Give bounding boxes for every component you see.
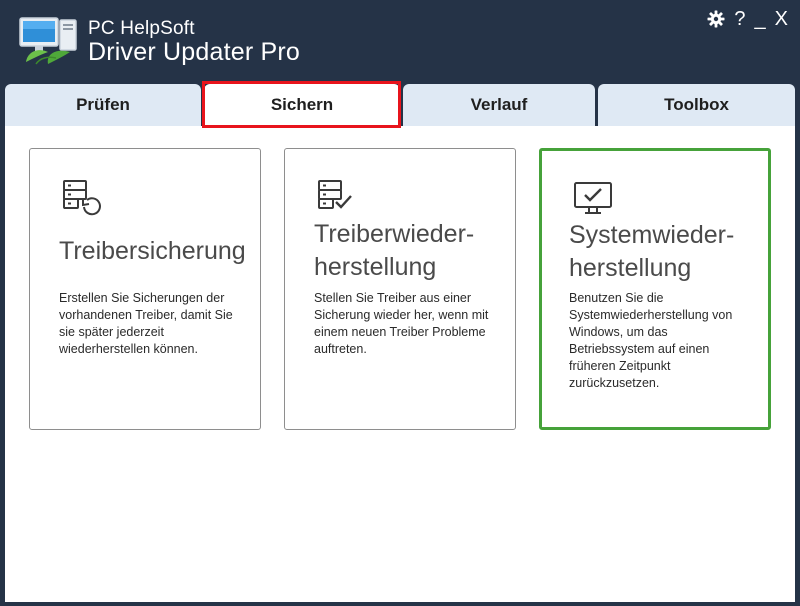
card-title-line: Treiberwieder- bbox=[314, 220, 475, 248]
brand-name: PC HelpSoft bbox=[88, 18, 195, 39]
app-window: PC HelpSoft Driver Updater Pro ? _ X Prü… bbox=[0, 0, 800, 606]
card-title-line: herstellung bbox=[569, 254, 692, 282]
backup-panel: Treibersicherung Erstellen Sie Sicherung… bbox=[5, 126, 795, 602]
card-title-line: herstellung bbox=[314, 253, 437, 281]
window-controls: ? _ X bbox=[707, 8, 788, 30]
driver-backup-card[interactable]: Treibersicherung Erstellen Sie Sicherung… bbox=[29, 148, 261, 430]
app-logo-icon bbox=[18, 14, 80, 66]
driver-restore-icon bbox=[314, 177, 358, 221]
tab-verlauf[interactable]: Verlauf bbox=[403, 84, 595, 126]
card-title: Treibersicherung bbox=[59, 237, 246, 265]
card-title: Treiberwieder- herstellung bbox=[314, 218, 514, 284]
card-title: Systemwieder- herstellung bbox=[569, 219, 769, 285]
card-title-line: Systemwieder- bbox=[569, 221, 735, 249]
card-description: Stellen Sie Treiber aus einer Sicherung … bbox=[314, 291, 489, 356]
help-button[interactable]: ? bbox=[734, 8, 745, 30]
gear-icon[interactable] bbox=[707, 10, 725, 28]
system-restore-icon bbox=[571, 178, 615, 222]
minimize-button[interactable]: _ bbox=[755, 8, 766, 30]
tab-pruefen[interactable]: Prüfen bbox=[5, 84, 201, 126]
close-button[interactable]: X bbox=[775, 8, 788, 30]
card-description: Erstellen Sie Sicherungen der vorhandene… bbox=[59, 291, 233, 356]
tab-toolbox[interactable]: Toolbox bbox=[598, 84, 795, 126]
card-description: Benutzen Sie die Systemwiederherstellung… bbox=[569, 291, 733, 390]
main-tabs: Prüfen Sichern Verlauf Toolbox bbox=[5, 84, 795, 126]
system-restore-card[interactable]: Systemwieder- herstellung Benutzen Sie d… bbox=[539, 148, 771, 430]
driver-backup-icon bbox=[59, 177, 103, 221]
driver-restore-card[interactable]: Treiberwieder- herstellung Stellen Sie T… bbox=[284, 148, 516, 430]
app-title: Driver Updater Pro bbox=[88, 38, 300, 66]
tab-sichern[interactable]: Sichern bbox=[204, 84, 400, 126]
